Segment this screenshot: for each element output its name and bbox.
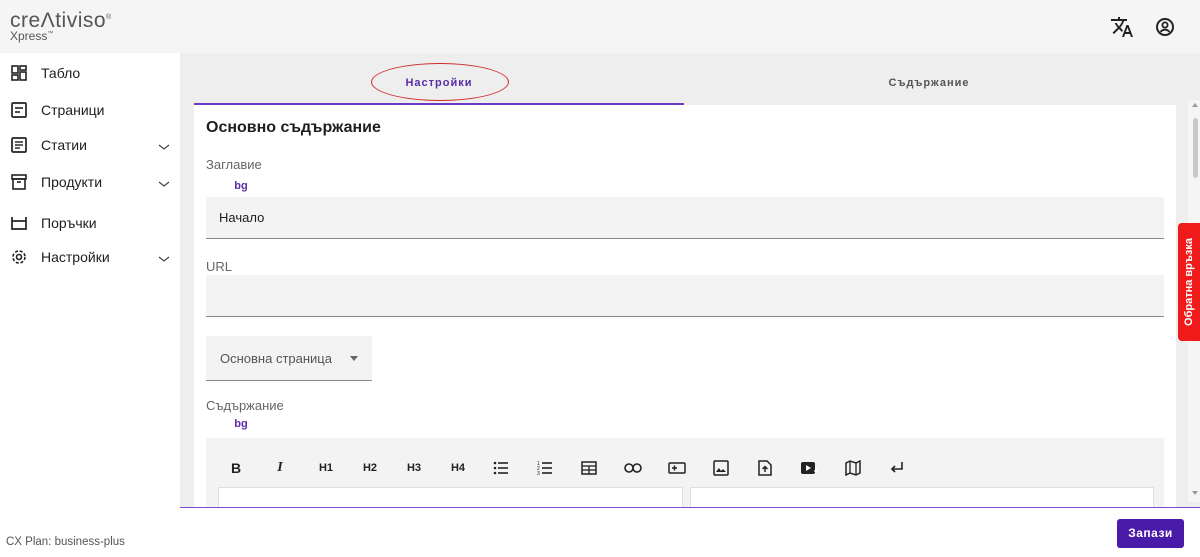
sidebar-item-pages[interactable]: Страници <box>0 94 180 126</box>
logo-reg: ® <box>106 14 112 21</box>
content-label: Съдържание <box>206 398 284 413</box>
sidebar-item-label: Продукти <box>41 174 103 190</box>
footer-divider <box>180 507 1200 508</box>
feedback-label: Обратна връзка <box>1183 238 1195 326</box>
h2-button[interactable]: H2 <box>360 457 380 479</box>
save-button[interactable]: Запази <box>1117 519 1184 548</box>
sidebar-item-articles[interactable]: Статии <box>0 129 180 161</box>
top-bar: creΛtiviso® Xpress™ <box>0 0 1200 53</box>
main-content: Настройки Съдържание Основно съдържание … <box>180 53 1200 507</box>
line-break-icon[interactable] <box>888 457 906 479</box>
video-add-icon[interactable] <box>800 457 818 479</box>
link-icon[interactable] <box>624 457 642 479</box>
main-content-card: Основно съдържание Заглавие bg Начало UR… <box>194 105 1176 507</box>
sidebar-item-orders[interactable]: Поръчки <box>0 207 180 239</box>
settings-icon <box>10 248 28 266</box>
basket-icon <box>10 214 28 232</box>
sidebar: Табло Страници Статии Продукти Поръчки Н… <box>0 53 180 557</box>
sidebar-item-label: Страници <box>41 102 105 118</box>
sidebar-item-products[interactable]: Продукти <box>0 166 180 198</box>
h3-button[interactable]: H3 <box>404 457 424 479</box>
scroll-up-icon[interactable] <box>1192 103 1198 107</box>
logo-sub: Xpress <box>10 29 48 43</box>
parent-page-select[interactable]: Основна страница <box>206 336 372 381</box>
map-icon[interactable] <box>844 457 862 479</box>
editor-toolbar: B I H1 H2 H3 H4 123 <box>206 438 1164 507</box>
title-field[interactable]: Начало <box>206 197 1164 239</box>
numbered-list-icon[interactable]: 123 <box>536 457 554 479</box>
dropdown-caret-icon <box>350 356 358 361</box>
logo[interactable]: creΛtiviso® Xpress™ <box>10 10 112 42</box>
sidebar-item-label: Настройки <box>41 249 110 265</box>
sidebar-item-label: Табло <box>41 65 81 81</box>
title-label: Заглавие <box>206 157 262 172</box>
dashboard-icon <box>10 64 28 82</box>
editor-input-pane[interactable] <box>218 487 683 507</box>
account-icon[interactable] <box>1153 15 1177 39</box>
page-icon <box>10 101 28 119</box>
sidebar-item-label: Поръчки <box>41 215 97 231</box>
scroll-down-icon[interactable] <box>1192 491 1198 495</box>
chevron-down-icon[interactable] <box>156 139 172 155</box>
chevron-down-icon[interactable] <box>156 176 172 192</box>
parent-page-value: Основна страница <box>220 351 332 366</box>
feedback-button[interactable]: Обратна връзка <box>1178 223 1200 341</box>
italic-button[interactable]: I <box>272 457 288 479</box>
svg-text:3: 3 <box>537 471 540 476</box>
chevron-down-icon[interactable] <box>156 251 172 267</box>
image-icon[interactable] <box>712 457 730 479</box>
sidebar-item-settings[interactable]: Настройки <box>0 241 180 273</box>
url-field[interactable] <box>206 275 1164 317</box>
article-icon <box>10 136 28 154</box>
editor-preview-pane <box>690 487 1154 507</box>
file-upload-icon[interactable] <box>756 457 774 479</box>
translate-icon[interactable] <box>1110 15 1134 39</box>
table-icon[interactable] <box>580 457 598 479</box>
tab-settings[interactable]: Настройки <box>194 67 684 105</box>
tab-content[interactable]: Съдържание <box>684 67 1174 103</box>
plan-label: CX Plan: business-plus <box>6 536 125 548</box>
h4-button[interactable]: H4 <box>448 457 468 479</box>
sidebar-item-dashboard[interactable]: Табло <box>0 57 180 89</box>
archive-icon <box>10 173 28 191</box>
h1-button[interactable]: H1 <box>316 457 336 479</box>
sidebar-item-label: Статии <box>41 137 87 153</box>
logo-tm: ™ <box>47 31 54 37</box>
button-insert-icon[interactable] <box>668 457 686 479</box>
bulleted-list-icon[interactable] <box>492 457 510 479</box>
scrollbar-thumb[interactable] <box>1193 118 1198 178</box>
section-title: Основно съдържание <box>206 119 381 136</box>
bold-button[interactable]: B <box>228 457 244 479</box>
url-label: URL <box>206 259 233 274</box>
